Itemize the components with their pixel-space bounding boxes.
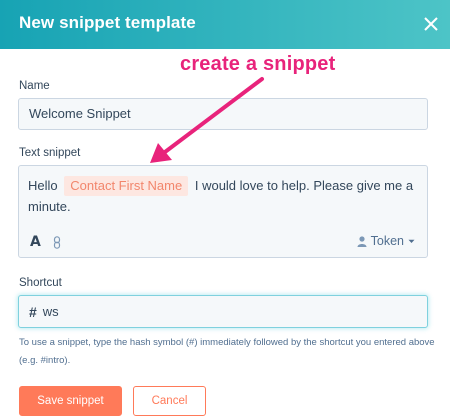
person-icon [357,235,367,247]
link-icon[interactable] [53,236,61,249]
text-snippet-editor[interactable]: Hello Contact First Name I would love to… [18,165,428,258]
contact-first-name-token[interactable]: Contact First Name [64,176,189,196]
save-snippet-button[interactable]: Save snippet [19,386,122,416]
close-icon[interactable] [421,14,441,34]
dialog-title: New snippet template [19,13,196,32]
token-dropdown-button[interactable]: Token [357,234,415,248]
snippet-text-before: Hello [28,178,62,193]
name-label: Name [19,80,50,92]
hash-prefix: # [29,303,37,320]
token-button-label: Token [370,234,404,248]
dialog-header: New snippet template [0,0,450,49]
chevron-down-icon [408,239,415,243]
shortcut-value: ws [42,304,59,319]
cancel-button[interactable]: Cancel [133,386,206,416]
name-input[interactable]: Welcome Snippet [18,98,428,130]
shortcut-label: Shortcut [19,277,62,289]
shortcut-help-text: To use a snippet, type the hash symbol (… [19,337,435,366]
text-format-button[interactable]: A [30,234,41,250]
annotation-label: create a snippet [180,53,336,75]
snippet-body[interactable]: Hello Contact First Name I would love to… [28,175,424,217]
text-snippet-label: Text snippet [19,147,81,159]
shortcut-input[interactable]: # ws [18,295,428,328]
